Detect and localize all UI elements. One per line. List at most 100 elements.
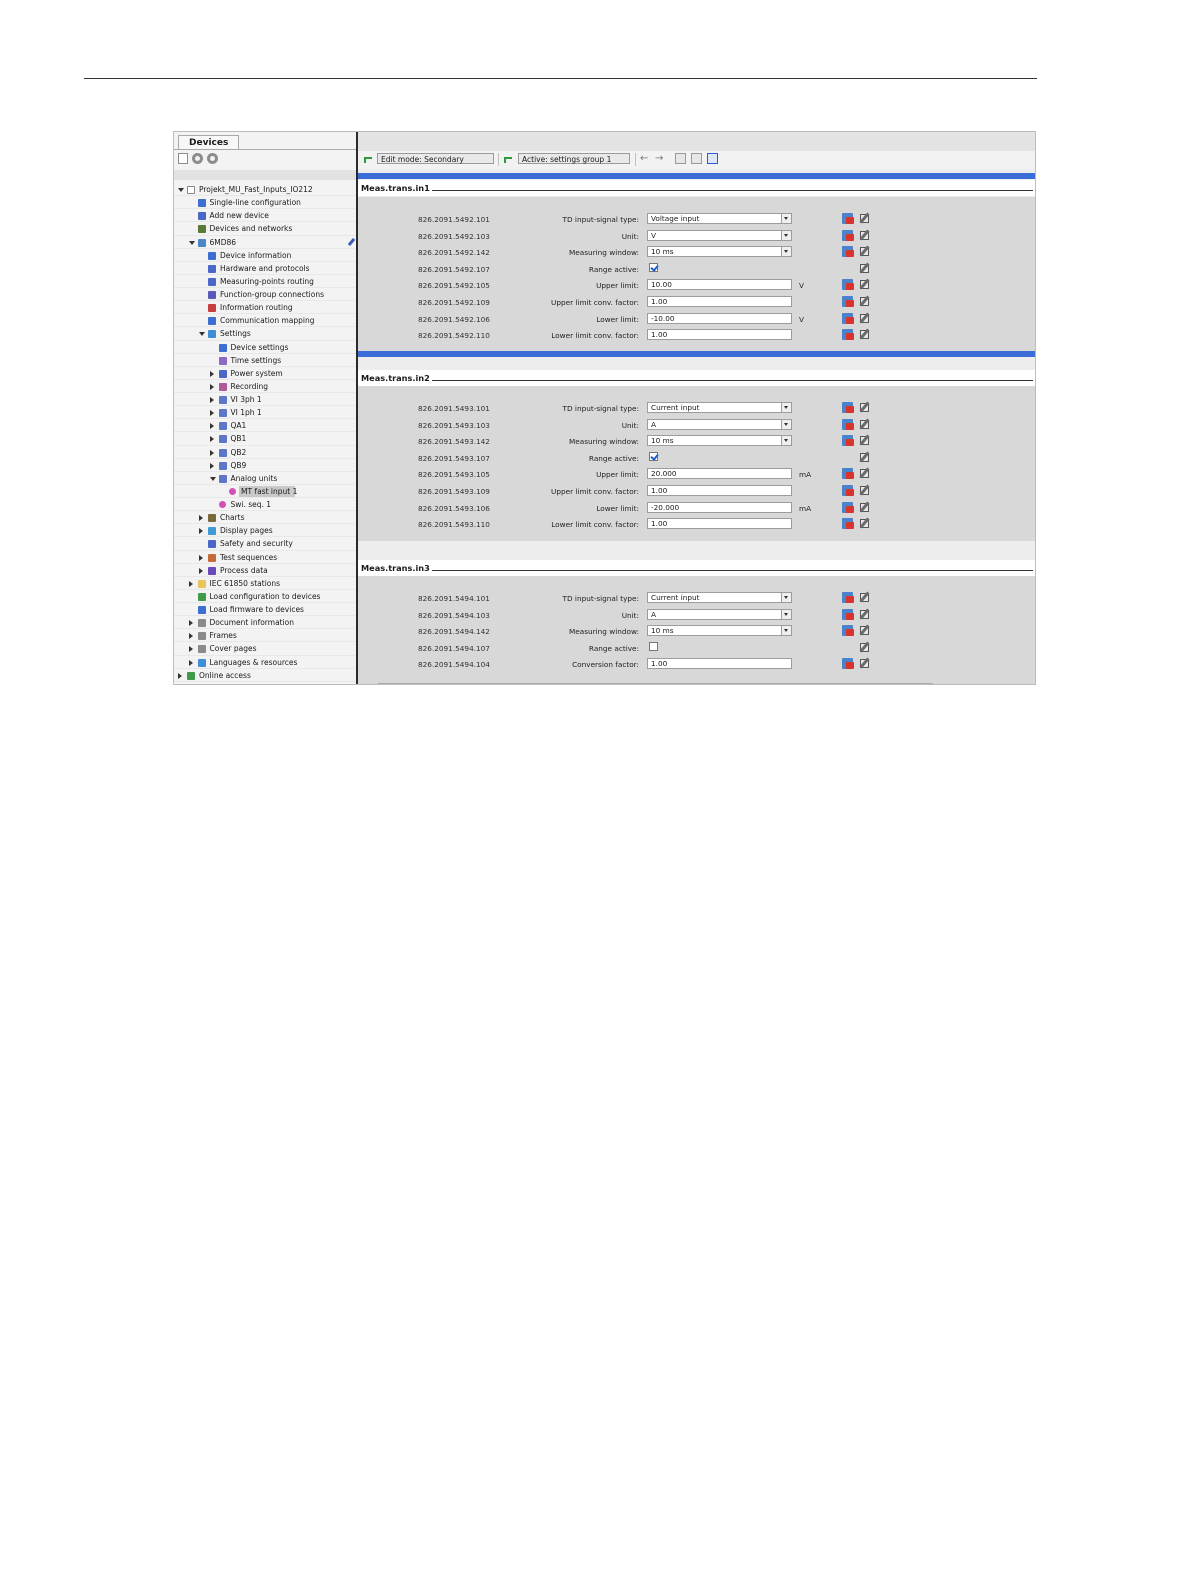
parameter-dropdown[interactable]: V	[647, 229, 792, 241]
parameter-input[interactable]: 1.00	[647, 485, 792, 496]
tree-item[interactable]: VI 3ph 1	[174, 393, 356, 407]
tree-item[interactable]: Online access	[174, 669, 356, 682]
tree-item[interactable]: Device information	[174, 249, 356, 262]
reset-default-icon[interactable]	[842, 312, 854, 324]
collapsed-triangle-icon[interactable]	[209, 462, 214, 469]
print-view-icon[interactable]	[675, 153, 686, 164]
collapsed-triangle-icon[interactable]	[209, 370, 214, 377]
parameter-dropdown[interactable]: Current input	[647, 592, 792, 603]
tree-item[interactable]: Devices and networks	[174, 222, 356, 236]
chevron-down-icon[interactable]	[781, 436, 791, 446]
edit-mode-selector[interactable]: Edit mode: Secondary	[377, 153, 494, 164]
parameter-input[interactable]: 1.00	[647, 329, 792, 341]
reset-default-icon[interactable]	[842, 279, 854, 291]
tree-item[interactable]: Analog units	[174, 472, 356, 485]
chevron-down-icon[interactable]	[781, 247, 791, 257]
tree-item[interactable]: Load firmware to devices	[174, 603, 356, 617]
chevron-down-icon[interactable]	[781, 214, 791, 223]
parameter-input[interactable]: 10.00	[647, 279, 792, 291]
chevron-down-icon[interactable]	[781, 419, 791, 429]
edit-parameter-icon[interactable]	[859, 262, 871, 274]
tree-item[interactable]: QB9	[174, 459, 356, 472]
pin-icon[interactable]	[347, 237, 356, 246]
tree-item[interactable]: QA1	[174, 419, 356, 433]
parameter-dropdown[interactable]: Voltage input	[647, 213, 792, 224]
collapsed-triangle-icon[interactable]	[188, 646, 193, 653]
collapsed-triangle-icon[interactable]	[209, 423, 214, 430]
reset-default-icon[interactable]	[842, 625, 854, 637]
collapsed-triangle-icon[interactable]	[188, 580, 193, 587]
reset-default-icon[interactable]	[842, 213, 854, 224]
parameter-dropdown[interactable]: A	[647, 608, 792, 620]
edit-parameter-icon[interactable]	[859, 484, 871, 496]
reset-default-icon[interactable]	[842, 592, 854, 603]
collapsed-triangle-icon[interactable]	[188, 620, 193, 627]
tree-item[interactable]: MT fast input 1	[174, 485, 356, 498]
expanded-triangle-icon[interactable]	[178, 188, 184, 192]
devices-tab[interactable]: Devices	[178, 135, 240, 150]
chevron-down-icon[interactable]	[781, 626, 791, 636]
edit-parameter-icon[interactable]	[859, 245, 871, 257]
active-settings-group-selector[interactable]: Active: settings group 1	[518, 153, 630, 164]
edit-parameter-icon[interactable]	[859, 624, 871, 636]
tree-item[interactable]: Device settings	[174, 341, 356, 354]
parameter-dropdown[interactable]: A	[647, 418, 792, 430]
tree-item[interactable]: Time settings	[174, 354, 356, 367]
collapsed-triangle-icon[interactable]	[209, 397, 214, 403]
horizontal-scrollbar[interactable]	[378, 683, 933, 684]
tree-item[interactable]: Document information	[174, 616, 356, 630]
edit-parameter-icon[interactable]	[859, 328, 871, 340]
reset-default-icon[interactable]	[842, 402, 854, 413]
edit-parameter-icon[interactable]	[859, 641, 871, 653]
edit-parameter-icon[interactable]	[859, 451, 871, 463]
list-view-icon[interactable]	[707, 153, 718, 164]
tree-item[interactable]: QB1	[174, 432, 356, 446]
parameter-dropdown[interactable]: 10 ms	[647, 435, 792, 447]
edit-parameter-icon[interactable]	[859, 608, 871, 620]
tree-item[interactable]: Projekt_MU_Fast_Inputs_IO212	[174, 183, 356, 197]
tree-item[interactable]: QB2	[174, 446, 356, 459]
expanded-triangle-icon[interactable]	[209, 476, 216, 481]
tree-item[interactable]: Frames	[174, 629, 356, 643]
reset-default-icon[interactable]	[842, 296, 854, 307]
parameter-input[interactable]: -10.00	[647, 312, 792, 324]
reset-default-icon[interactable]	[842, 229, 854, 241]
expanded-triangle-icon[interactable]	[199, 332, 205, 337]
tree-item[interactable]: Swi. seq. 1	[174, 498, 356, 512]
tree-item[interactable]: Measuring-points routing	[174, 275, 356, 288]
tree-item[interactable]: Single-line configuration	[174, 196, 356, 210]
edit-parameter-icon[interactable]	[859, 434, 871, 446]
collapsed-triangle-icon[interactable]	[199, 515, 203, 522]
tree-item[interactable]: Load configuration to devices	[174, 590, 356, 603]
tree-item[interactable]: 6MD86	[174, 236, 356, 249]
parameter-input[interactable]: 1.00	[647, 518, 792, 530]
edit-parameter-icon[interactable]	[859, 517, 871, 529]
reset-default-icon[interactable]	[842, 518, 854, 530]
tree-item[interactable]: Languages & resources	[174, 656, 356, 669]
tree-item[interactable]: Charts	[174, 511, 356, 525]
edit-parameter-icon[interactable]	[859, 401, 871, 413]
expanded-triangle-icon[interactable]	[188, 240, 195, 245]
parameter-input[interactable]: 1.00	[647, 296, 792, 307]
collapsed-triangle-icon[interactable]	[199, 567, 203, 574]
range-active-checkbox[interactable]	[649, 262, 658, 272]
edit-parameter-icon[interactable]	[859, 467, 871, 479]
collapsed-triangle-icon[interactable]	[188, 659, 193, 666]
parameter-dropdown[interactable]: Current input	[647, 402, 792, 413]
range-active-checkbox[interactable]	[649, 641, 658, 651]
tree-item[interactable]: IEC 61850 stations	[174, 577, 356, 590]
tree-item[interactable]: Function-group connections	[174, 288, 356, 302]
collapsed-triangle-icon[interactable]	[209, 383, 214, 390]
tree-item[interactable]: Cover pages	[174, 642, 356, 656]
tree-item[interactable]: Settings	[174, 327, 356, 341]
edit-parameter-icon[interactable]	[859, 418, 871, 430]
parameter-input[interactable]: 1.00	[647, 658, 792, 670]
edit-parameter-icon[interactable]	[859, 295, 871, 307]
edit-parameter-icon[interactable]	[859, 229, 871, 241]
tree-item[interactable]: Test sequences	[174, 551, 356, 564]
edit-parameter-icon[interactable]	[859, 312, 871, 324]
reset-default-icon[interactable]	[842, 468, 854, 480]
reset-default-icon[interactable]	[842, 435, 854, 447]
edit-parameter-icon[interactable]	[859, 591, 871, 603]
edit-view-icon[interactable]	[691, 153, 702, 164]
